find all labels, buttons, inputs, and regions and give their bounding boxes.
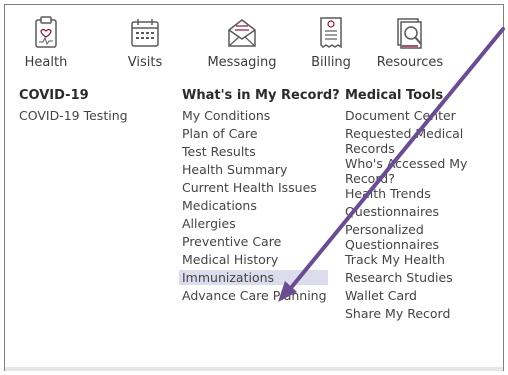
annotation-arrow (278, 27, 505, 302)
arrow-shaft (288, 27, 505, 291)
